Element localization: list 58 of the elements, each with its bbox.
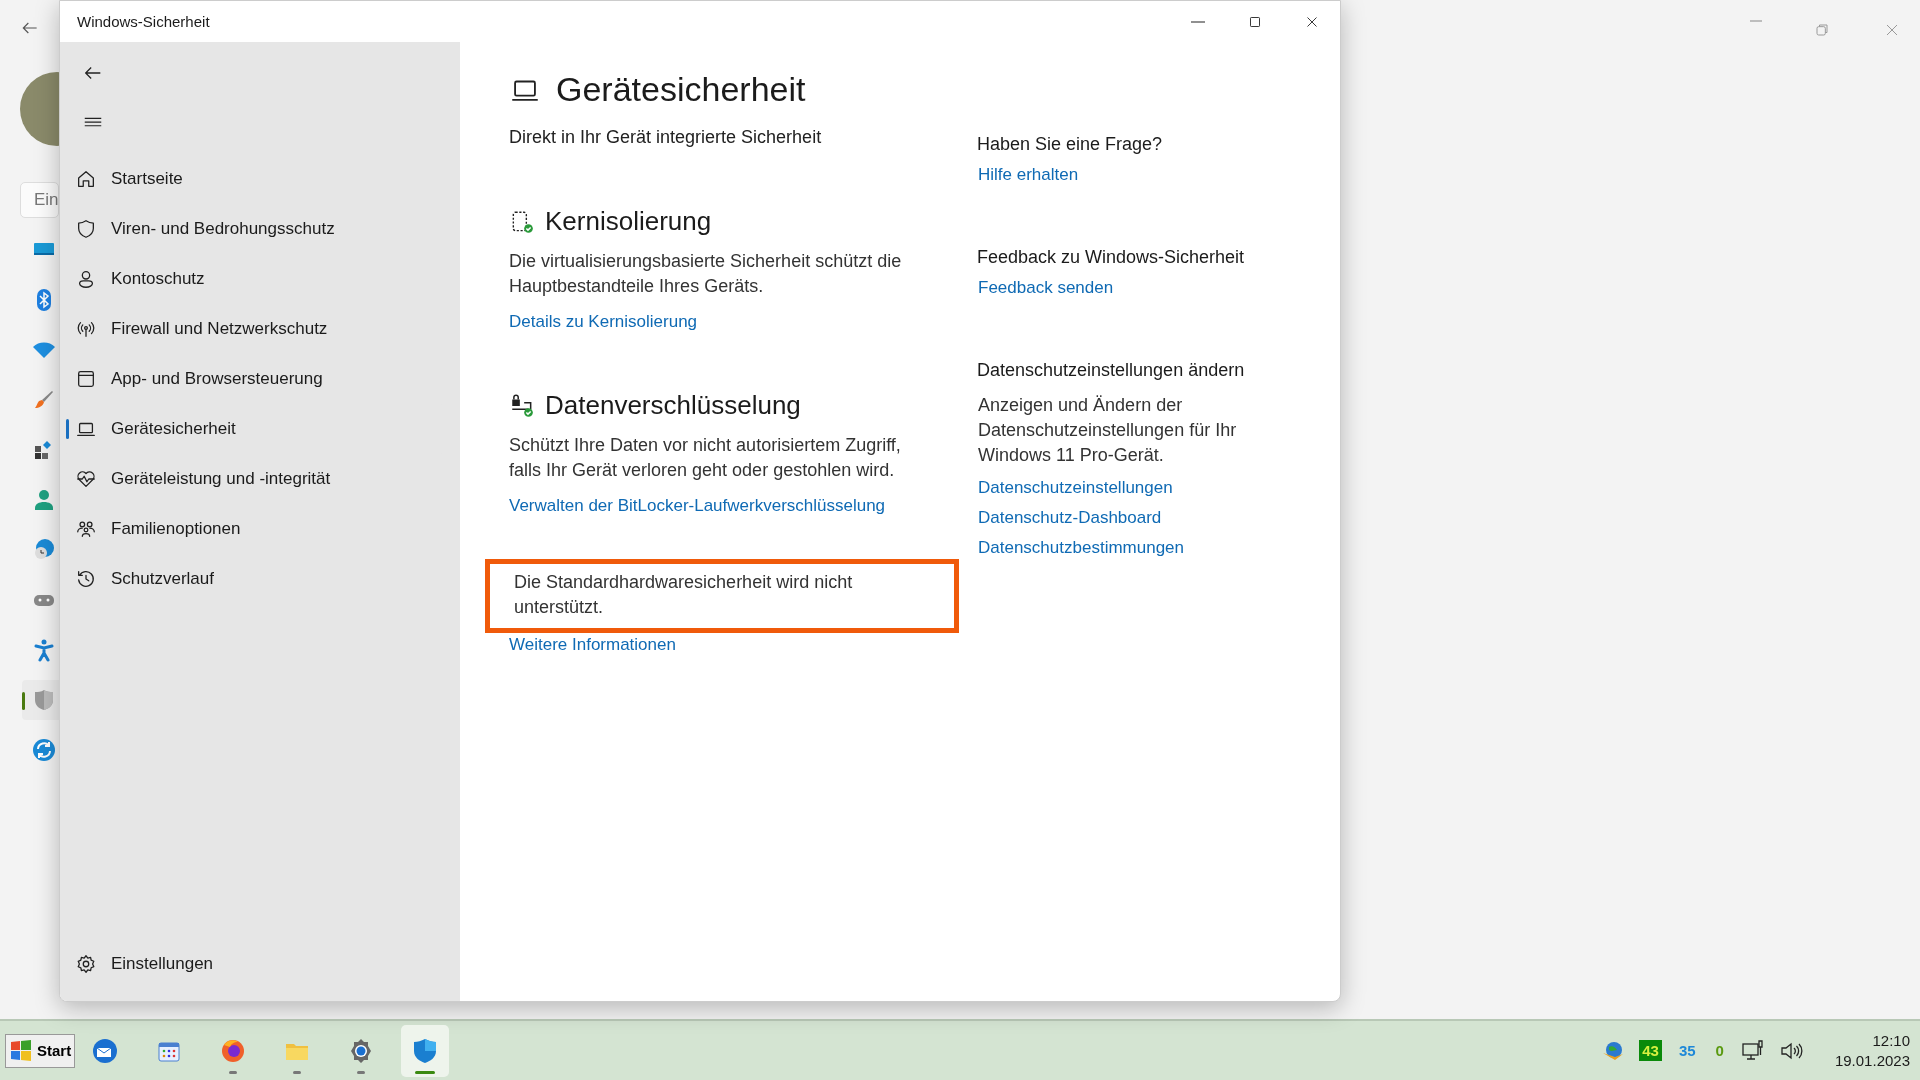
aside-heading: Datenschutzeinstellungen ändern — [977, 360, 1245, 381]
shield-icon — [75, 218, 97, 240]
sidebar-item[interactable]: App- und Browsersteuerung — [64, 354, 444, 404]
start-button[interactable]: Start — [5, 1033, 76, 1068]
sidebar-item[interactable]: Schutzverlauf — [64, 554, 444, 604]
windows-logo-icon — [9, 1038, 33, 1063]
running-indicator — [293, 1070, 302, 1074]
link[interactable]: Datenschutzeinstellungen — [978, 478, 1173, 498]
search-field[interactable]: Ein — [20, 182, 59, 218]
aside-heading: Haben Sie eine Frage? — [977, 134, 1163, 155]
section-description: Die virtualisierungsbasierte Sicherheit schützt die Hauptbestandteile Ihres Geräts. — [509, 250, 903, 298]
history-icon — [75, 568, 97, 590]
sync-icon[interactable] — [32, 738, 56, 762]
section-title: Datenverschlüsselung — [545, 390, 801, 421]
link[interactable]: Details zu Kernisolierung — [509, 312, 698, 332]
tray-counter[interactable]: 43 — [1639, 1040, 1662, 1061]
globe-clock-icon[interactable] — [32, 538, 56, 562]
heart-pulse-icon — [75, 468, 97, 490]
window-icon — [75, 368, 97, 390]
taskbar-app[interactable] — [401, 1024, 450, 1077]
selection-indicator — [66, 419, 69, 439]
selection-indicator — [22, 692, 25, 710]
sidebar-item[interactable]: Kontoschutz — [64, 254, 444, 304]
mail-icon — [91, 1036, 120, 1065]
page-subtitle: Direkt in Ihr Gerät integrierte Sicherheit — [509, 127, 822, 148]
aside-description: Anzeigen und Ändern der Datenschutzeinstellungen für Ihr Windows 11 Pro-Gerät. — [977, 394, 1238, 467]
sidebar-item[interactable]: Viren- und Bedrohungsschutz — [64, 204, 444, 254]
running-indicator — [415, 1070, 436, 1074]
sidebar-item[interactable]: Familienoptionen — [64, 504, 444, 554]
notice-text: Die Standardhardwaresicherheit wird nicht unterstützt. — [514, 571, 854, 619]
page-title: Gerätesicherheit — [556, 70, 806, 109]
link[interactable]: Feedback senden — [978, 278, 1114, 298]
home-icon — [75, 168, 97, 190]
sidebar-item[interactable]: Firewall und Netzwerkschutz — [64, 304, 444, 354]
settings-icon — [75, 953, 97, 975]
window-title: Windows-Sicherheit — [76, 13, 210, 30]
section-title: Kernisolierung — [545, 206, 712, 237]
clock[interactable]: 12:10 19.01.2023 — [1834, 1030, 1910, 1071]
shield-icon[interactable] — [32, 688, 56, 712]
people-icon — [75, 518, 97, 540]
accessibility-icon[interactable] — [32, 638, 56, 662]
section-description: Schützt Ihre Daten vor nicht autorisiertem Zugriff, falls Ihr Gerät verloren geht oder gestohlen wird. — [509, 434, 902, 482]
running-indicator — [229, 1070, 238, 1074]
link[interactable]: Datenschutz-Dashboard — [978, 508, 1162, 528]
network-icon[interactable] — [1740, 1038, 1765, 1063]
running-indicator — [357, 1070, 366, 1074]
lock-check-icon — [509, 392, 535, 419]
nav-item[interactable] — [22, 680, 59, 720]
link[interactable]: Hilfe erhalten — [978, 165, 1079, 185]
minimize-icon — [1190, 20, 1205, 23]
settings-item[interactable]: Einstellungen — [64, 939, 444, 989]
person-icon[interactable] — [32, 488, 56, 512]
link[interactable]: Verwalten der BitLocker-Laufwerkverschlüsselung — [509, 496, 886, 516]
link[interactable]: Datenschutzbestimmungen — [978, 538, 1184, 558]
sidebar-item[interactable]: Startseite — [64, 154, 444, 204]
sidebar-item[interactable]: Geräteleistung und -integrität — [64, 454, 444, 504]
aside-heading: Feedback zu Windows-Sicherheit — [977, 247, 1245, 268]
link[interactable]: Weitere Informationen — [509, 635, 676, 655]
